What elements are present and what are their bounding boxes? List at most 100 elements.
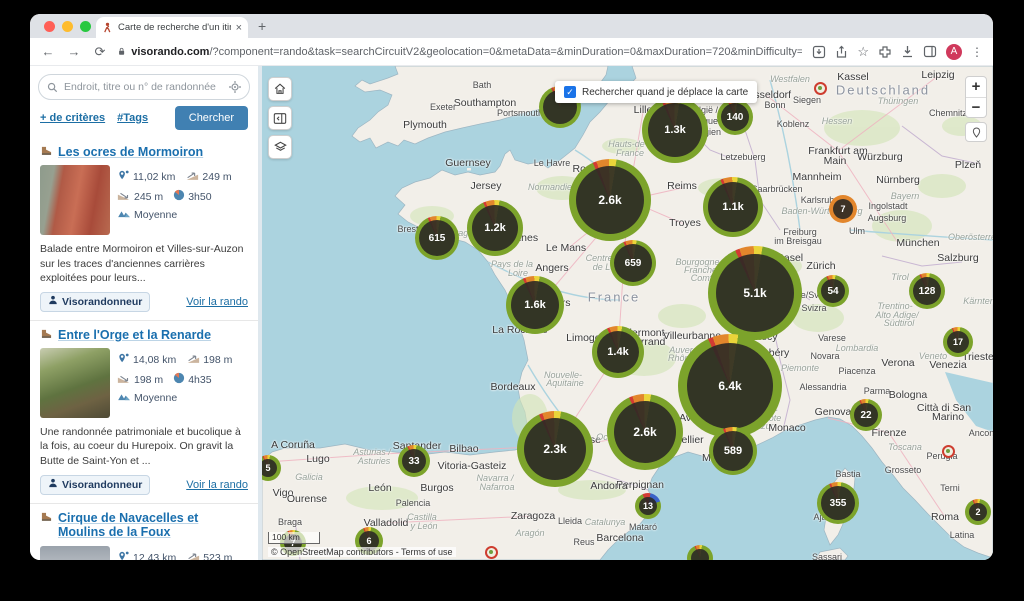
route-title-link[interactable]: Cirque de Navacelles et Moulins de la Fo… <box>40 511 248 540</box>
hiking-boot-icon <box>40 511 53 525</box>
map-cluster[interactable]: 615 <box>415 216 459 260</box>
reload-icon[interactable]: ⟳ <box>92 44 108 60</box>
route-photo[interactable] <box>40 546 110 560</box>
stat-difficulty: Moyenne <box>117 391 177 404</box>
map-attribution[interactable]: © OpenStreetMap contributors - Terms of … <box>268 547 456 557</box>
map-cluster[interactable]: 13 <box>635 493 661 519</box>
map-cluster[interactable]: 22 <box>850 399 882 431</box>
back-icon[interactable]: ← <box>40 44 56 59</box>
route-photo[interactable] <box>40 165 110 235</box>
map-cluster[interactable]: 1.1k <box>703 177 763 237</box>
new-tab-button[interactable]: + <box>258 18 266 34</box>
home-icon <box>273 82 287 96</box>
map-cluster[interactable]: 1.6k <box>506 276 564 334</box>
map-cluster[interactable]: 128 <box>909 273 945 309</box>
map-cluster[interactable]: 54 <box>817 275 849 307</box>
minimize-window-button[interactable] <box>62 21 73 32</box>
map-cluster[interactable]: 1.4k <box>592 326 644 378</box>
browser-tab[interactable]: Carte de recherche d'un itinér × <box>96 17 248 38</box>
side-panel-icon[interactable] <box>923 45 937 58</box>
stat-descent: 245 m <box>117 189 163 204</box>
geolocate-icon[interactable] <box>229 81 241 93</box>
map-cluster-count: 5 <box>262 459 277 477</box>
profile-avatar[interactable]: A <box>946 44 962 60</box>
map-cluster-count: 2.6k <box>614 401 676 463</box>
tab-title: Carte de recherche d'un itinér <box>118 22 231 33</box>
map-canvas[interactable]: BathSouthamptonExeterPortsmouthBrightonP… <box>262 66 993 560</box>
zoom-out-button[interactable]: − <box>966 97 986 117</box>
stat-distance: 11,02 km <box>117 169 175 185</box>
stat-ascent-value: 523 m <box>203 552 232 560</box>
stat-ascent: 523 m <box>186 550 232 560</box>
stat-descent: 198 m <box>117 372 163 387</box>
route-title-text: Entre l'Orge et la Renarde <box>58 328 211 342</box>
map-cluster-count: 140 <box>721 103 749 131</box>
map-cluster[interactable]: 6.4k <box>678 334 782 438</box>
map-cluster-count: 1.1k <box>708 182 758 232</box>
route-photo[interactable] <box>40 348 110 418</box>
map-cluster[interactable]: 140 <box>717 99 753 135</box>
collapse-panel-icon <box>273 112 287 125</box>
stat-duration: 3h50 <box>173 189 211 204</box>
map-cluster[interactable]: 589 <box>709 427 757 475</box>
layers-button[interactable] <box>268 135 292 159</box>
save-icon[interactable] <box>812 45 826 59</box>
map-cluster[interactable]: 7 <box>829 195 857 223</box>
view-route-link[interactable]: Voir la rando <box>186 479 248 491</box>
forward-icon[interactable]: → <box>66 44 82 59</box>
share-icon[interactable] <box>835 45 848 59</box>
duration-icon <box>173 372 185 387</box>
tags-link[interactable]: #Tags <box>117 112 148 124</box>
map-cluster[interactable]: 2.6k <box>569 159 651 241</box>
home-button[interactable] <box>268 77 292 101</box>
zoom-in-button[interactable]: + <box>966 77 986 97</box>
stat-ascent: 198 m <box>186 352 232 368</box>
map-point-marker[interactable] <box>814 82 827 95</box>
author-badge[interactable]: Visorandonneur <box>40 292 150 312</box>
route-title-link[interactable]: Les ocres de Mormoiron <box>40 145 248 159</box>
more-criteria-link[interactable]: + de critères <box>40 112 105 124</box>
map-cluster-count: 1.6k <box>511 281 559 329</box>
menu-icon[interactable]: ⋮ <box>971 45 983 59</box>
locate-marker-button[interactable] <box>965 122 987 142</box>
route-card-body: 11,02 km249 m245 m3h50Moyenne <box>40 165 248 235</box>
person-icon <box>48 478 58 491</box>
search-input[interactable] <box>64 81 223 93</box>
collapse-panel-button[interactable] <box>268 106 292 130</box>
map-cluster[interactable]: 17 <box>943 327 973 357</box>
search-button[interactable]: Chercher <box>175 106 248 130</box>
route-card-body: 14,08 km198 m198 m4h35Moyenne <box>40 348 248 418</box>
author-badge[interactable]: Visorandonneur <box>40 475 150 495</box>
stat-distance-value: 11,02 km <box>133 171 175 183</box>
map-cluster-count: 22 <box>854 403 878 427</box>
tab-close-icon[interactable]: × <box>236 22 242 34</box>
route-title-link[interactable]: Entre l'Orge et la Renarde <box>40 328 248 342</box>
map-cluster[interactable]: 2.3k <box>517 411 593 487</box>
map-cluster[interactable]: 2.6k <box>607 394 683 470</box>
map-point-marker[interactable] <box>485 546 498 559</box>
map-cluster[interactable]: 33 <box>398 445 430 477</box>
view-route-link[interactable]: Voir la rando <box>186 296 248 308</box>
search-on-move-toggle[interactable]: ✓ Rechercher quand je déplace la carte <box>555 81 757 103</box>
stat-ascent-value: 198 m <box>203 354 232 366</box>
map-cluster[interactable]: 1.2k <box>467 200 523 256</box>
map-cluster[interactable]: 355 <box>817 482 859 524</box>
checkbox-checked-icon[interactable]: ✓ <box>564 86 576 98</box>
bookmark-star-icon[interactable]: ☆ <box>857 44 869 60</box>
map-point-marker[interactable] <box>942 445 955 458</box>
extensions-icon[interactable] <box>878 45 892 59</box>
map-cluster[interactable]: 1.3k <box>642 97 708 163</box>
difficulty-icon <box>117 208 131 221</box>
maximize-window-button[interactable] <box>80 21 91 32</box>
stat-distance: 14,08 km <box>117 352 176 368</box>
route-title-text: Cirque de Navacelles et Moulins de la Fo… <box>58 511 248 540</box>
stat-ascent: 249 m <box>185 169 231 185</box>
close-window-button[interactable] <box>44 21 55 32</box>
map-cluster[interactable]: 659 <box>610 240 656 286</box>
map-cluster[interactable]: 2 <box>965 499 991 525</box>
map-cluster[interactable]: 5.1k <box>708 246 802 340</box>
address-bar[interactable]: visorando.com/?component=rando&task=sear… <box>118 46 802 58</box>
download-icon[interactable] <box>901 45 914 58</box>
hiking-boot-icon <box>40 328 53 342</box>
search-box[interactable] <box>38 74 250 100</box>
